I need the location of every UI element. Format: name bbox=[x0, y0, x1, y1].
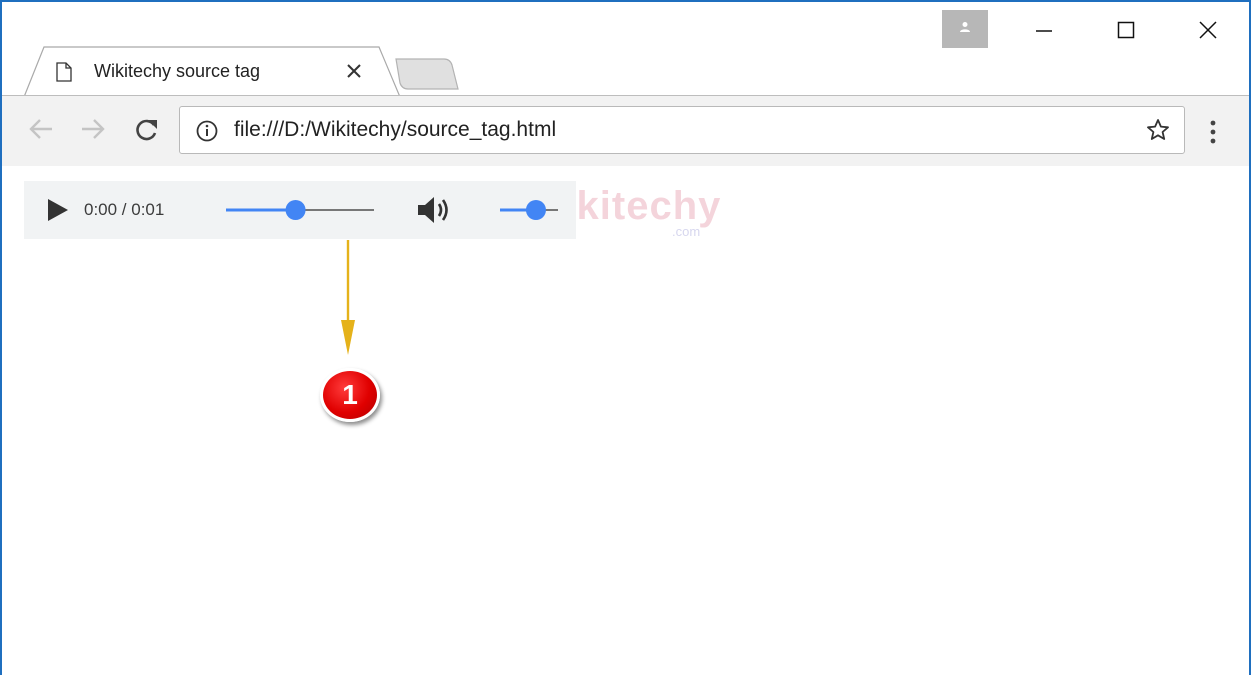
bookmark-star-icon[interactable] bbox=[1146, 118, 1170, 142]
url-text[interactable]: file:///D:/Wikitechy/source_tag.html bbox=[234, 118, 556, 142]
callout-arrow bbox=[341, 240, 355, 355]
minimize-icon bbox=[1036, 30, 1052, 32]
profile-icon bbox=[960, 22, 970, 32]
address-bar[interactable]: file:///D:/Wikitechy/source_tag.html bbox=[179, 106, 1185, 154]
callout-badge: 1 bbox=[320, 368, 380, 422]
browser-toolbar: file:///D:/Wikitechy/source_tag.html bbox=[2, 95, 1249, 167]
play-icon[interactable] bbox=[44, 197, 70, 223]
maximize-icon bbox=[1117, 21, 1135, 39]
volume-icon[interactable] bbox=[416, 195, 452, 225]
forward-arrow-icon[interactable] bbox=[80, 118, 106, 140]
seek-thumb[interactable] bbox=[285, 200, 306, 220]
minimize-button[interactable] bbox=[1014, 10, 1074, 50]
close-window-button[interactable] bbox=[1178, 10, 1238, 50]
audio-player: 0:00 / 0:01 bbox=[24, 181, 576, 239]
title-bar: Wikitechy source tag bbox=[2, 2, 1249, 98]
close-icon bbox=[1199, 21, 1217, 39]
new-tab-button[interactable] bbox=[394, 57, 460, 91]
watermark-sub: .com bbox=[672, 224, 701, 239]
browser-window: Wikitechy source tag file:///D:/Wikitech… bbox=[0, 0, 1251, 675]
tab-title: Wikitechy source tag bbox=[94, 61, 261, 81]
reload-icon[interactable] bbox=[134, 118, 160, 142]
menu-dots-icon[interactable] bbox=[1210, 120, 1216, 144]
time-display: 0:00 / 0:01 bbox=[84, 200, 165, 219]
page-icon bbox=[56, 62, 72, 82]
info-icon[interactable] bbox=[195, 119, 219, 143]
volume-thumb[interactable] bbox=[525, 200, 546, 220]
active-tab[interactable]: Wikitechy source tag bbox=[24, 46, 404, 98]
maximize-button[interactable] bbox=[1096, 10, 1156, 50]
tab-close-icon[interactable] bbox=[346, 63, 362, 79]
volume-slider[interactable] bbox=[498, 197, 560, 223]
seek-slider[interactable] bbox=[224, 197, 376, 223]
profile-button[interactable] bbox=[942, 10, 988, 48]
page-content: Wikitechy .com 0:00 / 0:01 1 bbox=[2, 166, 1249, 675]
back-arrow-icon[interactable] bbox=[28, 118, 54, 140]
